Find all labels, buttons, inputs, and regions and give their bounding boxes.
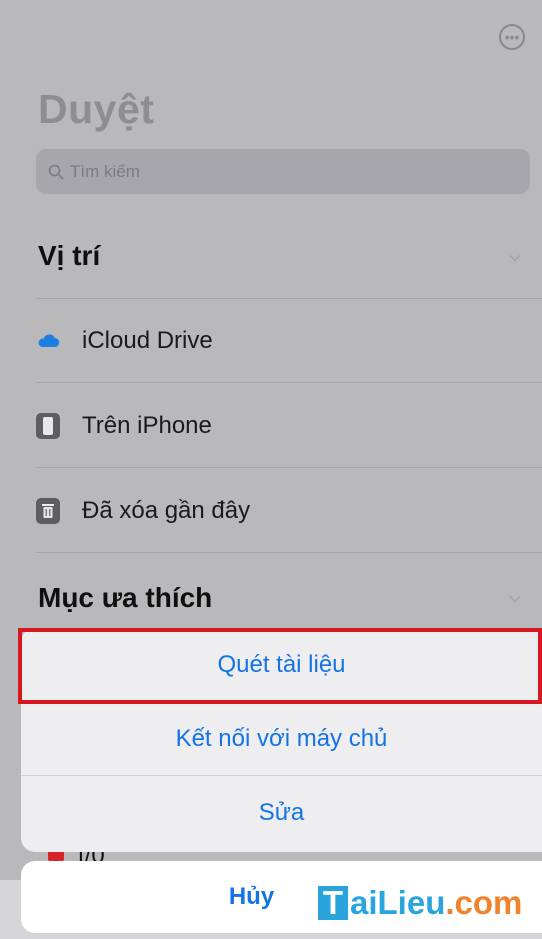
watermark-text: aiLieu (350, 884, 446, 921)
watermark-suffix: .com (445, 884, 523, 921)
iphone-icon (36, 412, 60, 439)
location-item-label: Đã xóa gần đây (82, 496, 251, 524)
watermark-letter: T (318, 884, 348, 921)
ellipsis-circle-icon[interactable]: ••• (499, 24, 525, 50)
location-item-recently-deleted[interactable]: Đã xóa gần đây (36, 469, 542, 553)
search-placeholder: Tìm kiếm (70, 161, 140, 181)
location-item-label: Trên iPhone (82, 411, 212, 439)
icloud-icon (36, 328, 60, 354)
page-title: Duyệt (38, 86, 155, 132)
action-sheet: Quét tài liệu Kết nối với máy chủ Sửa (21, 628, 542, 852)
search-input[interactable]: Tìm kiếm (36, 149, 530, 194)
chevron-down-icon[interactable] (508, 251, 522, 265)
connect-to-server-button[interactable]: Kết nối với máy chủ (21, 702, 542, 776)
edit-button[interactable]: Sửa (21, 776, 542, 850)
location-item-label: iCloud Drive (82, 326, 213, 354)
location-item-on-iphone[interactable]: Trên iPhone (36, 384, 542, 468)
section-title-locations: Vị trí (38, 240, 101, 271)
search-icon (48, 164, 64, 179)
scan-documents-button[interactable]: Quét tài liệu (21, 628, 542, 702)
watermark-logo: T aiLieu .com (318, 884, 522, 922)
chevron-down-icon[interactable] (508, 592, 522, 606)
folder-tag-icon (48, 851, 64, 861)
cancel-label: Hủy (228, 883, 275, 910)
section-title-favorites: Mục ưa thích (38, 582, 213, 613)
location-item-icloud-drive[interactable]: iCloud Drive (36, 299, 542, 383)
trash-icon (36, 497, 60, 524)
